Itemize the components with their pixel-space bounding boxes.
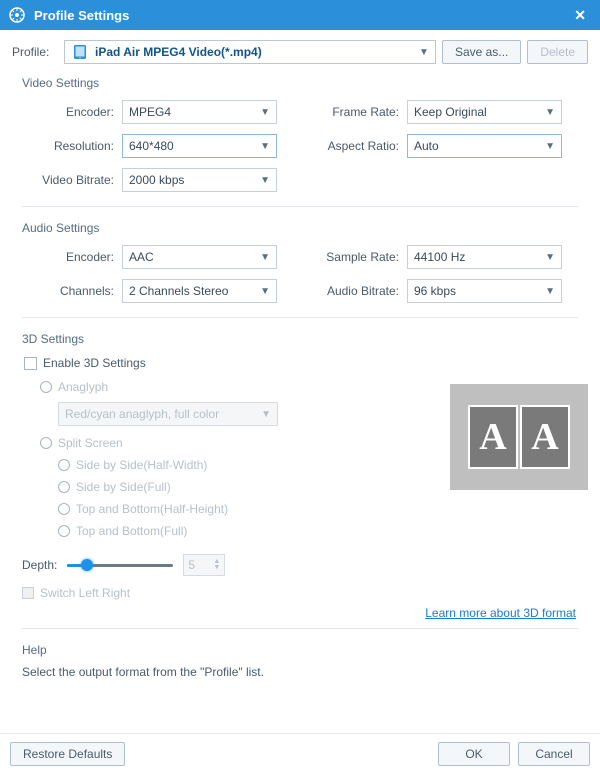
frame-rate-label: Frame Rate: <box>307 105 407 119</box>
chevron-down-icon: ▼ <box>260 252 270 263</box>
audio-settings-group: Audio Settings Encoder: AAC▼ Sample Rate… <box>22 221 588 303</box>
video-encoder-select[interactable]: MPEG4▼ <box>122 100 277 124</box>
chevron-down-icon: ▼ <box>545 286 555 297</box>
chevron-down-icon: ▼ <box>260 141 270 152</box>
audio-bitrate-select[interactable]: 96 kbps▼ <box>407 279 562 303</box>
audio-settings-title: Audio Settings <box>22 221 588 235</box>
split-screen-radio <box>40 437 52 449</box>
sample-rate-label: Sample Rate: <box>307 250 407 264</box>
depth-spinner: 5 ▲▼ <box>183 554 225 576</box>
chevron-down-icon: ▼ <box>261 409 271 420</box>
restore-defaults-button[interactable]: Restore Defaults <box>10 742 125 766</box>
video-bitrate-label: Video Bitrate: <box>22 173 122 187</box>
channels-select[interactable]: 2 Channels Stereo▼ <box>122 279 277 303</box>
audio-encoder-label: Encoder: <box>22 250 122 264</box>
footer: Restore Defaults OK Cancel <box>0 733 600 773</box>
chevron-down-icon: ▼ <box>545 141 555 152</box>
three-d-preview: AA <box>450 384 588 490</box>
depth-slider[interactable] <box>67 558 173 572</box>
sbs-full-label: Side by Side(Full) <box>76 480 171 494</box>
audio-bitrate-label: Audio Bitrate: <box>307 284 407 298</box>
chevron-down-icon: ▼ <box>419 47 429 58</box>
tab-half-label: Top and Bottom(Half-Height) <box>76 502 228 516</box>
app-icon <box>8 6 26 24</box>
video-bitrate-select[interactable]: 2000 kbps▼ <box>122 168 277 192</box>
video-encoder-label: Encoder: <box>22 105 122 119</box>
help-group: Help Select the output format from the "… <box>22 643 588 679</box>
aspect-ratio-label: Aspect Ratio: <box>307 139 407 153</box>
video-settings-group: Video Settings Encoder: MPEG4▼ Frame Rat… <box>22 76 588 192</box>
cancel-button[interactable]: Cancel <box>518 742 590 766</box>
profile-select[interactable]: iPad Air MPEG4 Video(*.mp4) ▼ <box>64 40 436 64</box>
chevron-down-icon: ▼ <box>260 286 270 297</box>
depth-label: Depth: <box>22 558 57 572</box>
tab-full-radio <box>58 525 70 537</box>
save-as-button[interactable]: Save as... <box>442 40 521 64</box>
anaglyph-label: Anaglyph <box>58 380 108 394</box>
aspect-ratio-select[interactable]: Auto▼ <box>407 134 562 158</box>
enable-3d-checkbox[interactable] <box>24 357 37 370</box>
resolution-select[interactable]: 640*480▼ <box>122 134 277 158</box>
titlebar: Profile Settings ✕ <box>0 0 600 30</box>
channels-label: Channels: <box>22 284 122 298</box>
learn-more-link[interactable]: Learn more about 3D format <box>425 606 576 620</box>
anaglyph-mode-select: Red/cyan anaglyph, full color ▼ <box>58 402 278 426</box>
ok-button[interactable]: OK <box>438 742 510 766</box>
sbs-half-radio <box>58 459 70 471</box>
sbs-full-radio <box>58 481 70 493</box>
chevron-down-icon: ▼ <box>260 175 270 186</box>
audio-encoder-select[interactable]: AAC▼ <box>122 245 277 269</box>
switch-lr-checkbox <box>22 587 34 599</box>
frame-rate-select[interactable]: Keep Original▼ <box>407 100 562 124</box>
sample-rate-select[interactable]: 44100 Hz▼ <box>407 245 562 269</box>
switch-lr-label: Switch Left Right <box>40 586 130 600</box>
window-title: Profile Settings <box>34 8 129 23</box>
tab-full-label: Top and Bottom(Full) <box>76 524 187 538</box>
enable-3d-label: Enable 3D Settings <box>43 356 146 370</box>
delete-button: Delete <box>527 40 588 64</box>
sbs-half-label: Side by Side(Half-Width) <box>76 458 207 472</box>
tab-half-radio <box>58 503 70 515</box>
three-d-title: 3D Settings <box>22 332 588 346</box>
close-button[interactable]: ✕ <box>568 3 592 28</box>
video-settings-title: Video Settings <box>22 76 588 90</box>
split-screen-label: Split Screen <box>58 436 123 450</box>
anaglyph-radio <box>40 381 52 393</box>
chevron-down-icon: ▼ <box>260 107 270 118</box>
help-title: Help <box>22 643 588 657</box>
profile-row: Profile: iPad Air MPEG4 Video(*.mp4) ▼ S… <box>12 40 588 64</box>
resolution-label: Resolution: <box>22 139 122 153</box>
profile-value: iPad Air MPEG4 Video(*.mp4) <box>95 45 419 59</box>
three-d-settings-group: 3D Settings Enable 3D Settings Anaglyph … <box>22 332 588 620</box>
ipad-icon <box>71 43 89 61</box>
chevron-down-icon: ▼ <box>545 107 555 118</box>
chevron-down-icon: ▼ <box>545 252 555 263</box>
profile-label: Profile: <box>12 45 58 59</box>
help-text: Select the output format from the "Profi… <box>22 665 588 679</box>
